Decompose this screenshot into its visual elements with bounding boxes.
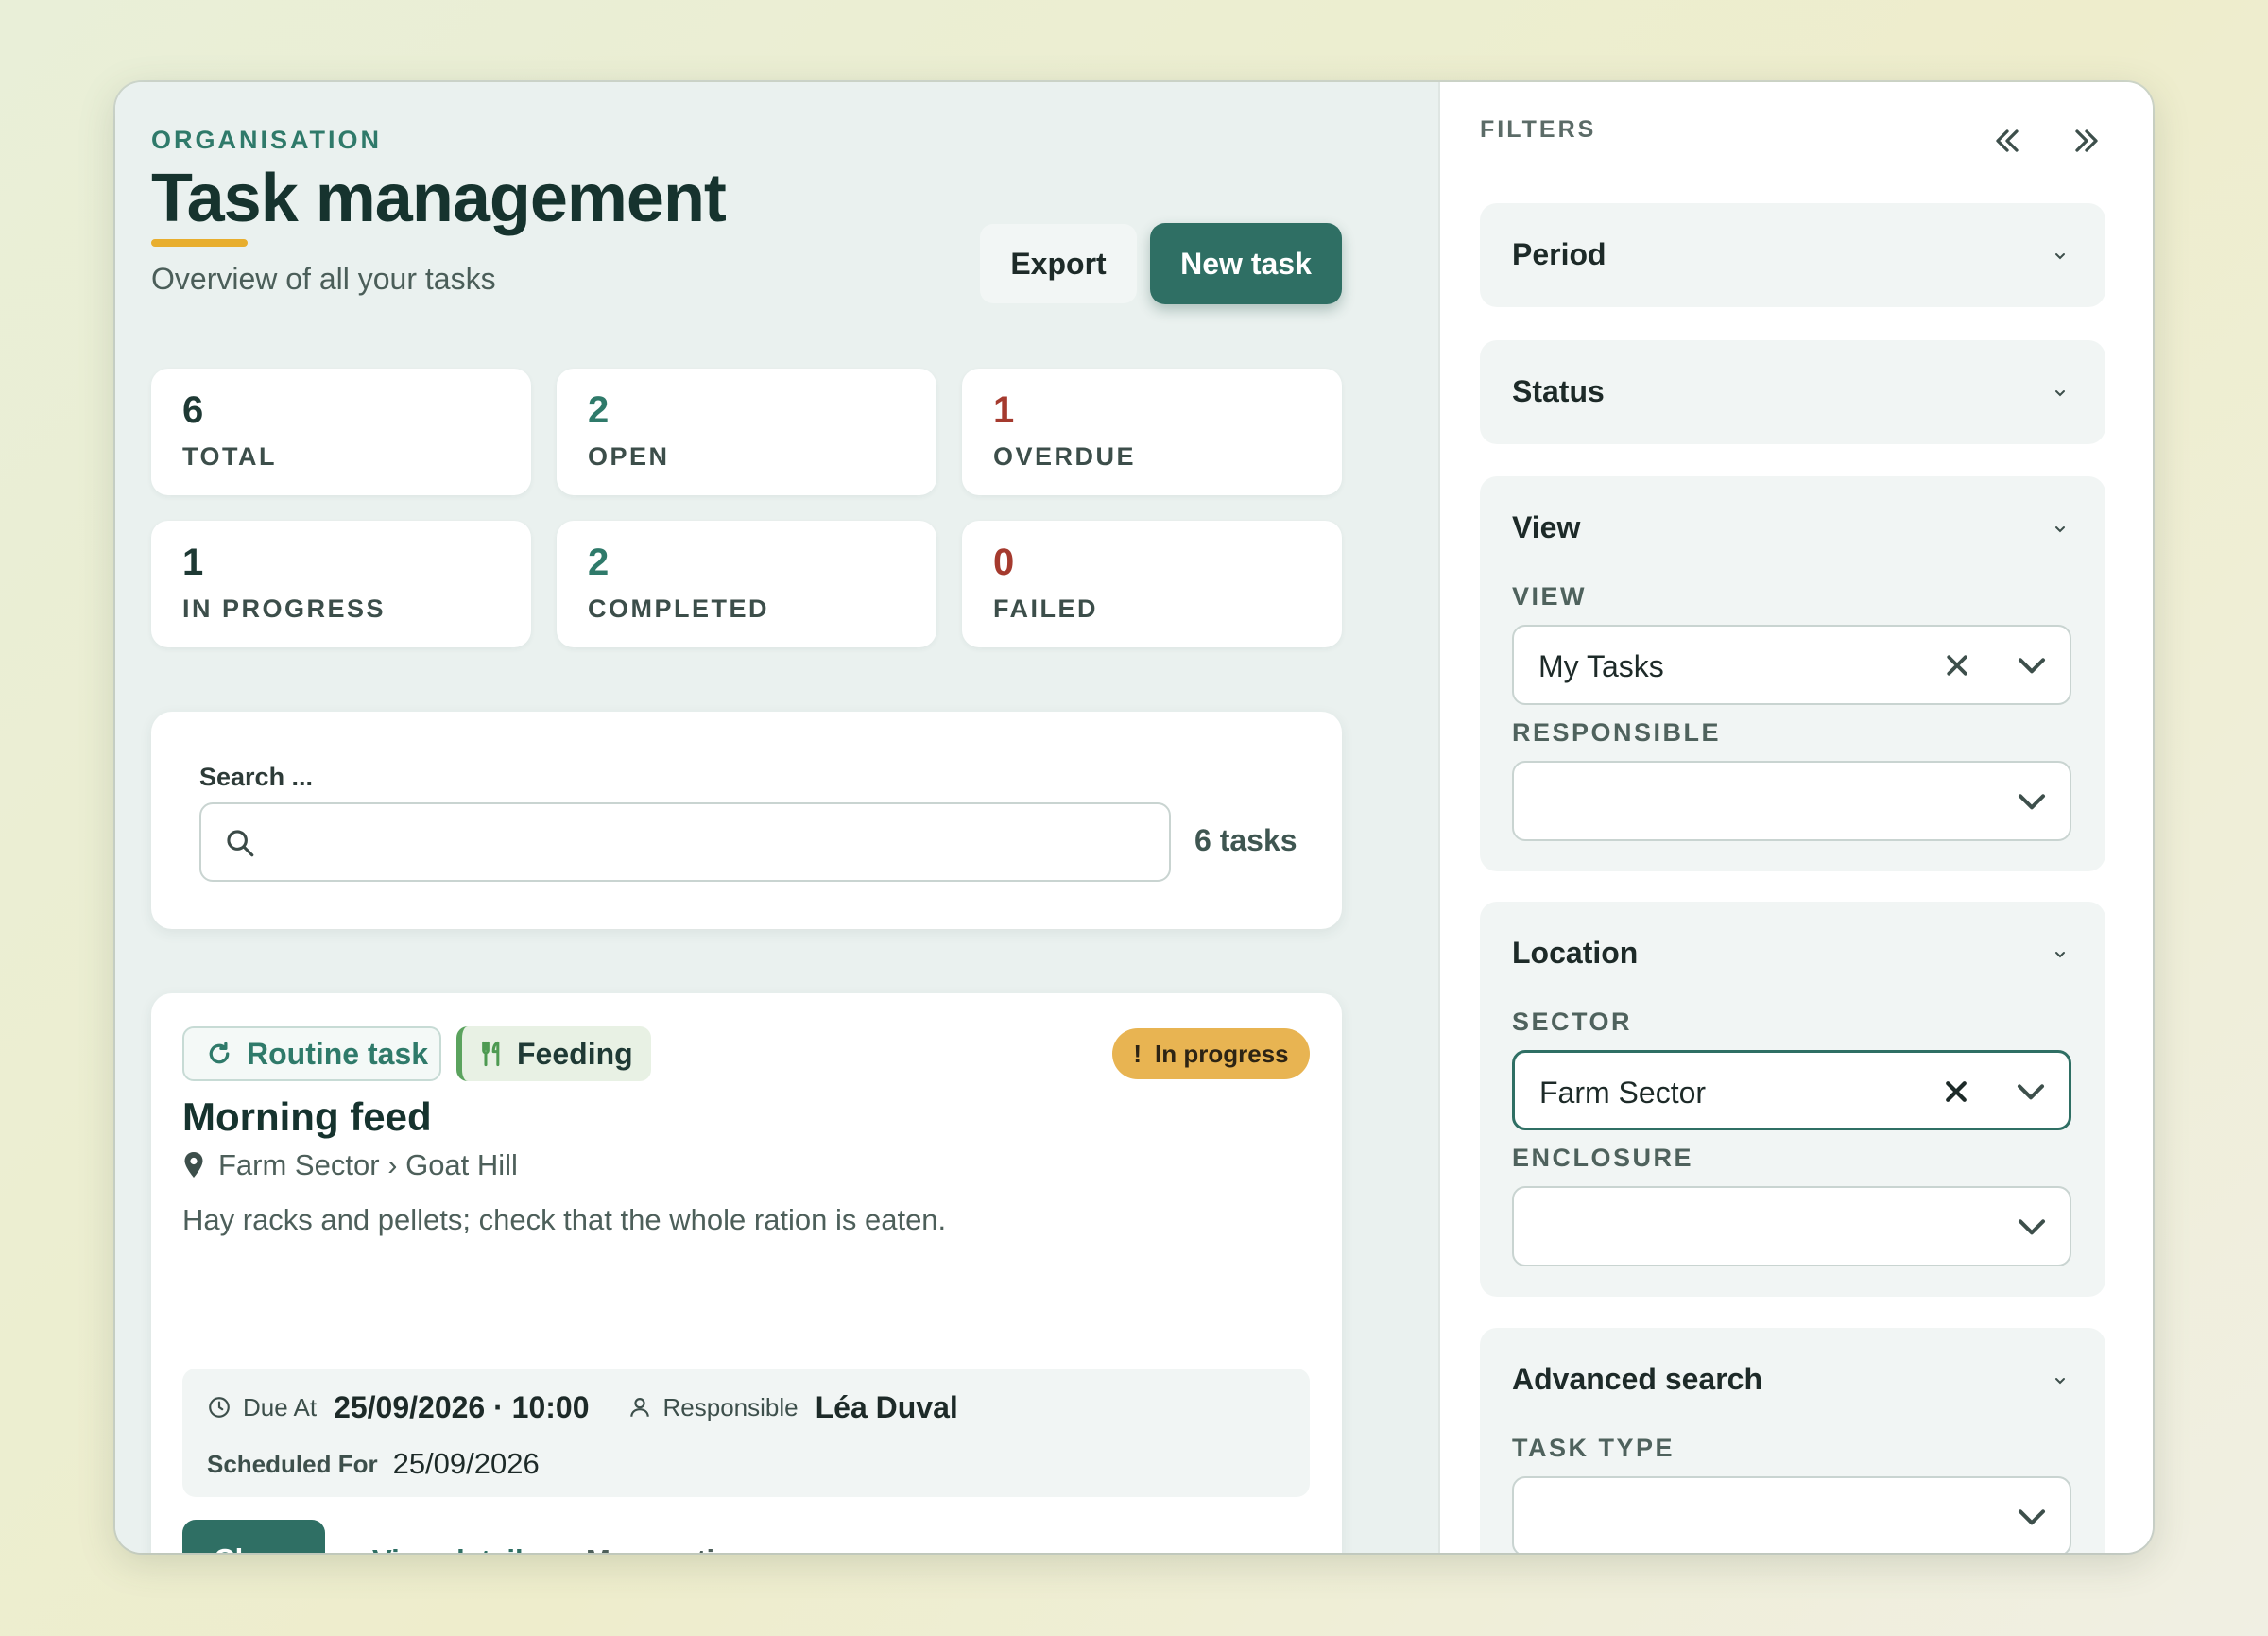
responsible-select[interactable] bbox=[1512, 761, 2071, 841]
stat-label: TOTAL bbox=[182, 442, 277, 471]
exclamation-icon: ! bbox=[1133, 1039, 1143, 1068]
chevron-down-icon bbox=[2019, 794, 2045, 810]
enclosure-select[interactable] bbox=[1512, 1186, 2071, 1266]
stat-label: OVERDUE bbox=[993, 442, 1137, 471]
search-icon bbox=[227, 830, 254, 857]
period-title: Period bbox=[1512, 237, 1606, 271]
stat-value: 2 bbox=[588, 389, 610, 431]
scheduled-label: Scheduled For bbox=[207, 1449, 378, 1478]
chevron-down-icon bbox=[2055, 253, 2065, 260]
task-meta: Due At 25/09/2026 · 10:00 Responsible Lé… bbox=[182, 1369, 1310, 1497]
new-task-button[interactable]: New task bbox=[1150, 223, 1342, 304]
chevron-down-icon[interactable] bbox=[2053, 1373, 2068, 1388]
task-location-text: Farm Sector › Goat Hill bbox=[218, 1148, 518, 1181]
cutlery-icon bbox=[482, 1041, 500, 1067]
view-label: VIEW bbox=[1512, 582, 1588, 611]
filter-section-period[interactable]: Period bbox=[1480, 203, 2105, 307]
stat-card-completed: 2 COMPLETED bbox=[557, 521, 936, 647]
routine-task-chip: Routine task bbox=[182, 1026, 441, 1081]
due-label: Due At bbox=[243, 1392, 318, 1421]
task-location: Farm Sector › Goat Hill bbox=[182, 1148, 518, 1182]
title-underline bbox=[151, 239, 248, 247]
advanced-search-title[interactable]: Advanced search bbox=[1512, 1362, 1762, 1397]
user-icon bbox=[629, 1398, 649, 1417]
status-badge: ! In progress bbox=[1112, 1028, 1310, 1079]
location-pin-icon bbox=[184, 1152, 203, 1178]
stat-card-overdue: 1 OVERDUE bbox=[962, 369, 1342, 495]
stat-label: IN PROGRESS bbox=[182, 594, 387, 623]
chevron-down-icon bbox=[2019, 1219, 2045, 1235]
chevron-down-icon[interactable] bbox=[2053, 947, 2068, 962]
refresh-icon bbox=[209, 1042, 230, 1064]
view-select-value: My Tasks bbox=[1538, 649, 1664, 683]
chevron-down-icon bbox=[2018, 1084, 2044, 1100]
page-title: Task management bbox=[151, 161, 727, 236]
view-select[interactable]: My Tasks bbox=[1512, 625, 2071, 705]
close-task-button[interactable]: Close bbox=[182, 1520, 325, 1553]
stat-card-failed: 0 FAILED bbox=[962, 521, 1342, 647]
stat-value: 2 bbox=[588, 542, 610, 583]
clock-icon bbox=[209, 1397, 230, 1418]
sector-select[interactable]: Farm Sector bbox=[1512, 1050, 2071, 1130]
sector-select-value: Farm Sector bbox=[1539, 1076, 1707, 1110]
search-card: Search ... 6 tasks bbox=[151, 712, 1342, 929]
stat-value: 1 bbox=[993, 389, 1015, 431]
responsible-filter-label: RESPONSIBLE bbox=[1512, 718, 1722, 747]
chevron-down-icon bbox=[2055, 390, 2065, 397]
task-card[interactable]: Routine task Feeding ! In progress Morni… bbox=[151, 993, 1342, 1553]
collapse-left-icon[interactable] bbox=[1988, 122, 2026, 160]
sector-label: SECTOR bbox=[1512, 1007, 1633, 1036]
task-type-select[interactable] bbox=[1512, 1476, 2071, 1553]
filters-panel: FILTERS Period Status View VIEW My Tasks… bbox=[1438, 82, 2153, 1553]
stat-value: 0 bbox=[993, 542, 1015, 583]
scheduled-value: 25/09/2026 bbox=[392, 1447, 540, 1480]
collapse-right-icon[interactable] bbox=[2068, 122, 2105, 160]
task-title: Morning feed bbox=[182, 1094, 432, 1139]
export-button[interactable]: Export bbox=[980, 224, 1137, 303]
location-title[interactable]: Location bbox=[1512, 936, 1638, 971]
search-input[interactable] bbox=[199, 802, 1171, 882]
search-label: Search ... bbox=[199, 763, 314, 791]
responsible-value: Léa Duval bbox=[815, 1389, 958, 1424]
chevron-down-icon[interactable] bbox=[2053, 522, 2068, 537]
stat-card-open: 2 OPEN bbox=[557, 369, 936, 495]
view-details-link[interactable]: View details bbox=[372, 1543, 540, 1553]
more-actions-link[interactable]: More actions bbox=[586, 1543, 766, 1553]
task-count: 6 tasks bbox=[1194, 823, 1297, 857]
chevron-down-icon bbox=[2019, 658, 2045, 674]
filter-section-advanced: Advanced search TASK TYPE bbox=[1480, 1328, 2105, 1553]
routine-task-label: Routine task bbox=[247, 1036, 429, 1071]
filters-title: FILTERS bbox=[1480, 116, 1597, 143]
stat-label: OPEN bbox=[588, 442, 670, 471]
enclosure-label: ENCLOSURE bbox=[1512, 1144, 1694, 1172]
app-window: ORGANISATION Task management Overview of… bbox=[115, 82, 2153, 1553]
page-eyebrow: ORGANISATION bbox=[151, 126, 382, 154]
clear-icon[interactable] bbox=[1942, 1077, 1970, 1106]
stat-label: COMPLETED bbox=[588, 594, 770, 623]
view-title[interactable]: View bbox=[1512, 510, 1580, 545]
task-type-label: TASK TYPE bbox=[1512, 1434, 1675, 1462]
main-panel: ORGANISATION Task management Overview of… bbox=[115, 82, 1438, 1553]
stat-value: 6 bbox=[182, 389, 204, 431]
clear-icon[interactable] bbox=[1943, 651, 1971, 680]
stat-card-total: 6 TOTAL bbox=[151, 369, 531, 495]
stat-value: 1 bbox=[182, 542, 204, 583]
filter-section-status[interactable]: Status bbox=[1480, 340, 2105, 444]
stat-label: FAILED bbox=[993, 594, 1099, 623]
responsible-label: Responsible bbox=[662, 1392, 799, 1421]
stat-card-in-progress: 1 IN PROGRESS bbox=[151, 521, 531, 647]
feeding-chip: Feeding bbox=[456, 1026, 651, 1081]
filter-section-view: View VIEW My Tasks RESPONSIBLE bbox=[1480, 476, 2105, 871]
page-subtitle: Overview of all your tasks bbox=[151, 262, 496, 296]
feeding-label: Feeding bbox=[517, 1036, 633, 1071]
chevron-down-icon bbox=[2019, 1509, 2045, 1525]
status-title: Status bbox=[1512, 374, 1605, 408]
task-description: Hay racks and pellets; check that the wh… bbox=[182, 1203, 947, 1236]
filter-section-location: Location SECTOR Farm Sector ENCLOSURE bbox=[1480, 902, 2105, 1297]
status-badge-label: In progress bbox=[1155, 1039, 1289, 1068]
due-value: 25/09/2026 · 10:00 bbox=[334, 1389, 590, 1424]
